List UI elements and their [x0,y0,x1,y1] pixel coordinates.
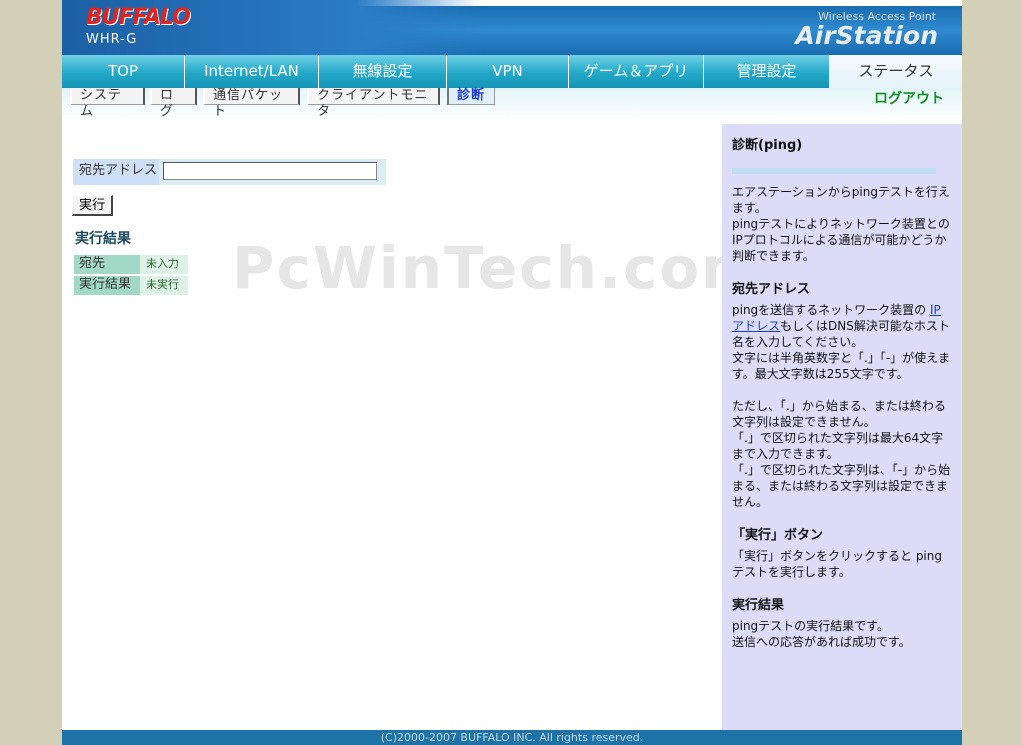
airstation-logo: AirStation [795,21,938,50]
subtab-client-monitor[interactable]: クライアントモニタ [307,88,440,119]
destination-cell [159,159,386,185]
help-heading-execute: 「実行」ボタン [732,528,824,543]
tab-top[interactable]: TOP [62,55,185,88]
result-label: 宛先 [74,255,140,274]
help-divider [732,168,936,174]
tab-internet-lan[interactable]: Internet/LAN [185,55,319,88]
subtab-diagnostics[interactable]: 診断 [447,88,495,105]
help-execute-text: 「実行」ボタンをクリックすると pingテストを実行します。 [732,549,942,579]
main-content: PcWinTech.com 宛先アドレス 実行 実行結果 宛先 未入力 実行結果… [62,124,762,730]
help-destination-text: pingを送信するネットワーク装置の IPアドレスもしくはDNS解決可能なホスト… [732,302,952,510]
sub-nav: システム ログ 通信パケット クライアントモニタ 診断 ログアウト [62,88,962,122]
subtab-system[interactable]: システム [70,88,145,119]
execute-button[interactable]: 実行 [72,195,114,216]
buffalo-logo: BUFFALO [86,5,191,30]
help-heading-destination: 宛先アドレス [732,282,811,297]
destination-address-input[interactable] [163,162,377,180]
result-value: 未入力 [140,255,188,274]
main-nav: TOP Internet/LAN 無線設定 VPN ゲーム＆アプリ 管理設定 ス… [62,55,962,88]
help-result-text: pingテストの実行結果です。 送信への応答があれば成功です。 [732,619,911,649]
help-intro: エアステーションからpingテストを行えます。 pingテストによりネットワーク… [732,185,950,263]
tab-vpn[interactable]: VPN [447,55,569,88]
model-name: WHR-G [86,32,138,47]
header: BUFFALO WHR-G Wireless Access Point AirS… [62,0,962,55]
destination-label: 宛先アドレス [73,159,159,185]
result-row-status: 実行結果 未実行 [74,276,188,295]
footer: (C)2000-2007 BUFFALO INC. All rights res… [62,730,962,745]
subtab-packets[interactable]: 通信パケット [203,88,300,119]
help-destination-text-start: pingを送信するネットワーク装置の [732,303,930,317]
tab-status[interactable]: ステータス [830,55,962,88]
subtab-log[interactable]: ログ [150,88,197,119]
tab-admin-settings[interactable]: 管理設定 [704,55,830,88]
help-title: 診断(ping) [732,138,803,153]
logout-link[interactable]: ログアウト [874,88,944,108]
page-frame: BUFFALO WHR-G Wireless Access Point AirS… [62,0,962,745]
destination-row: 宛先アドレス [73,159,386,185]
help-destination-text-rest: もしくはDNS解決可能なホスト名を入力してください。 文字には半角英数字と「.」… [732,319,951,509]
result-row-destination: 宛先 未入力 [74,255,188,274]
result-value: 未実行 [140,276,188,295]
result-heading: 実行結果 [75,231,131,247]
tab-wireless-settings[interactable]: 無線設定 [319,55,447,88]
result-label: 実行結果 [74,276,140,295]
watermark: PcWinTech.com [232,234,764,302]
help-heading-result: 実行結果 [732,598,785,613]
tab-game-apps[interactable]: ゲーム＆アプリ [569,55,704,88]
help-panel: 診断(ping) エアステーションからpingテストを行えます。 pingテスト… [722,124,962,730]
